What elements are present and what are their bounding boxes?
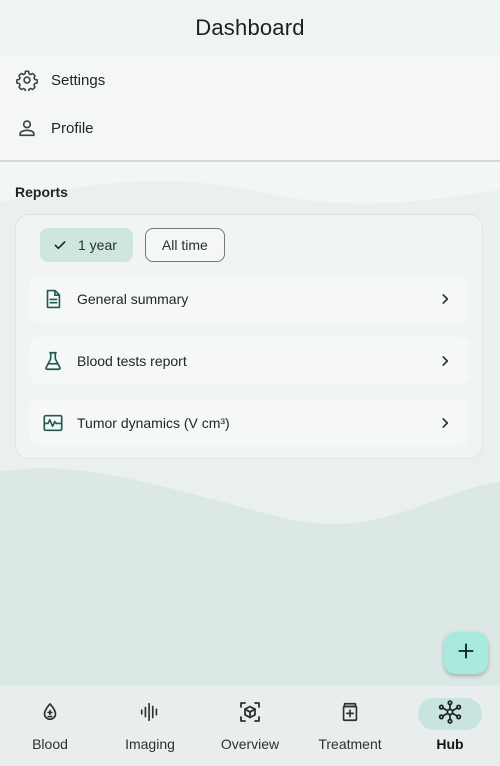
nav-indicator [118, 698, 182, 730]
gear-icon [16, 69, 38, 91]
menu-item-label: Profile [51, 119, 94, 137]
check-icon [52, 237, 68, 253]
nav-indicator [318, 698, 382, 730]
document-icon [42, 288, 64, 310]
menu-item-settings[interactable]: Settings [0, 56, 500, 104]
reports-card: 1 year All time General summary Blood te… [15, 214, 483, 459]
report-item-label: Blood tests report [77, 352, 187, 369]
add-fab-button[interactable] [444, 632, 488, 674]
report-item-general-summary[interactable]: General summary [29, 275, 469, 322]
report-item-label: General summary [77, 290, 189, 307]
nav-item-label: Overview [220, 736, 280, 752]
nav-indicator-active [418, 698, 482, 730]
chevron-right-icon [437, 291, 453, 307]
chevron-right-icon [437, 353, 453, 369]
nav-indicator [18, 698, 82, 730]
nav-item-blood[interactable]: Blood [0, 686, 100, 766]
chip-label: 1 year [78, 237, 117, 253]
bottom-navigation: Blood Imaging Overview Treatment Hub [0, 686, 500, 766]
menu-item-profile[interactable]: Profile [0, 104, 500, 152]
filter-chip-1-year[interactable]: 1 year [40, 228, 133, 262]
nav-indicator [218, 698, 282, 730]
report-item-label: Tumor dynamics (V cm³) [77, 414, 230, 431]
top-app-bar: Dashboard [0, 0, 500, 56]
nav-item-overview[interactable]: Overview [200, 686, 300, 766]
waveform-icon [139, 701, 161, 728]
menu-list: Settings Profile [0, 56, 500, 161]
reports-section-title: Reports [15, 184, 68, 200]
nav-item-label: Imaging [125, 736, 175, 752]
medication-icon [339, 701, 361, 728]
nav-item-imaging[interactable]: Imaging [100, 686, 200, 766]
monitor-waveform-icon [42, 412, 64, 434]
time-filter-chips: 1 year All time [40, 228, 225, 262]
filter-chip-all-time[interactable]: All time [144, 228, 225, 262]
network-hub-icon [437, 699, 463, 730]
nav-item-treatment[interactable]: Treatment [300, 686, 400, 766]
cube-scan-icon [238, 700, 262, 729]
nav-item-label: Blood [32, 736, 68, 752]
nav-item-label: Treatment [318, 736, 382, 752]
report-item-tumor-dynamics[interactable]: Tumor dynamics (V cm³) [29, 399, 469, 446]
blood-drop-icon [39, 701, 61, 728]
chevron-right-icon [437, 415, 453, 431]
person-icon [16, 117, 38, 139]
page-title: Dashboard [195, 15, 305, 40]
chip-label: All time [161, 237, 208, 253]
report-item-blood-tests[interactable]: Blood tests report [29, 337, 469, 384]
app-root: Dashboard Settings Profile Reports 1 yea… [0, 0, 500, 766]
flask-icon [42, 350, 64, 372]
nav-item-hub[interactable]: Hub [400, 686, 500, 766]
menu-item-label: Settings [51, 71, 106, 89]
plus-icon [456, 641, 476, 666]
nav-item-label: Hub [436, 736, 464, 752]
